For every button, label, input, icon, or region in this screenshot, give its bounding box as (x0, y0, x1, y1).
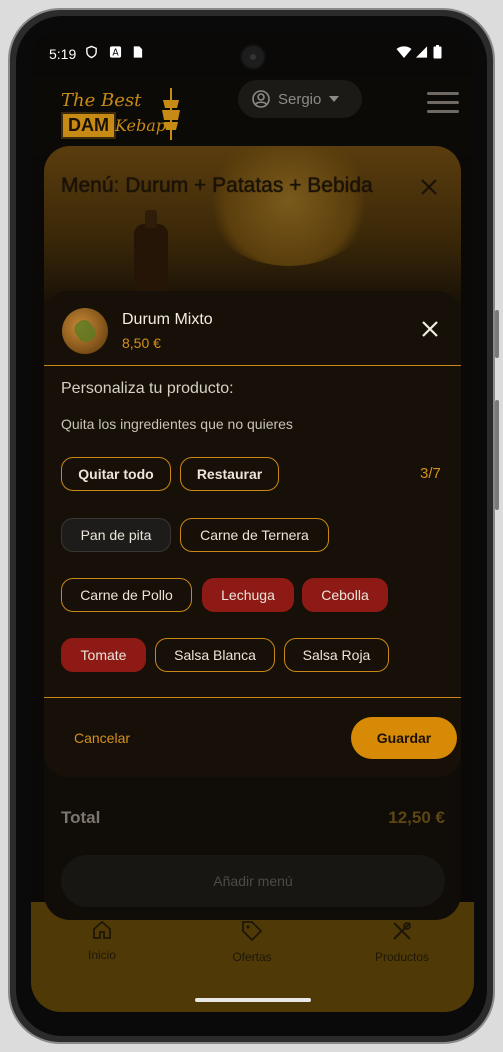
hamburger-line (427, 92, 459, 95)
user-name: Sergio (278, 90, 322, 108)
front-camera (240, 44, 266, 70)
durum-image (204, 146, 374, 266)
total-label: Total (61, 808, 101, 827)
home-indicator[interactable] (195, 998, 311, 1002)
battery-icon (433, 45, 442, 59)
wifi-icon (396, 46, 412, 58)
customize-title: Personaliza tu producto: (61, 380, 234, 397)
nav-item-productos[interactable]: Productos (352, 920, 452, 964)
ingredient-chip-pan-de-pita: Pan de pita (61, 518, 171, 552)
restore-button[interactable]: Restaurar (180, 457, 279, 491)
hamburger-line (427, 110, 459, 113)
logo-text-top: The Best (61, 90, 142, 111)
ingredient-chip-carne-de-ternera[interactable]: Carne de Ternera (180, 518, 329, 552)
nav-item-ofertas[interactable]: Ofertas (202, 920, 302, 964)
logo-text-dam: DAM (61, 112, 116, 139)
customize-dialog: Durum Mixto 8,50 € Personaliza tu produc… (44, 291, 461, 777)
ingredient-chip-carne-de-pollo[interactable]: Carne de Pollo (61, 578, 192, 612)
sim-icon (133, 46, 143, 58)
ingredient-counter: 3/7 (420, 465, 441, 482)
user-menu[interactable]: Sergio (238, 80, 362, 118)
hamburger-menu-button[interactable] (427, 92, 459, 116)
status-time: 5:19 (49, 46, 77, 62)
close-icon[interactable] (422, 321, 438, 337)
product-name: Durum Mixto (122, 311, 213, 328)
total-row: Total 12,50 € (61, 808, 445, 828)
signal-icon (415, 46, 428, 58)
nav-label: Inicio (87, 948, 116, 962)
add-menu-button[interactable]: Añadir menú (61, 855, 445, 907)
volume-button (495, 310, 499, 358)
status-bar: 5:19 A (31, 30, 474, 76)
screen: 5:19 A The Best DAM Kebap Sergio Inicio … (31, 30, 474, 1012)
nav-label: Productos (374, 950, 430, 964)
product-price: 8,50 € (122, 335, 161, 351)
power-button (495, 400, 499, 510)
hamburger-line (427, 101, 459, 104)
save-button[interactable]: Guardar (351, 717, 457, 759)
app-header: The Best DAM Kebap Sergio (31, 76, 474, 156)
total-value: 12,50 € (388, 808, 445, 827)
chevron-down-icon (329, 96, 340, 102)
logo[interactable]: The Best DAM Kebap (59, 86, 189, 142)
home-icon (93, 920, 111, 939)
tag-icon (242, 921, 263, 942)
cutlery-icon (393, 922, 411, 940)
nav-label: Ofertas (232, 950, 272, 964)
svg-text:A: A (112, 48, 119, 59)
ingredient-chip-salsa-roja[interactable]: Salsa Roja (284, 638, 389, 672)
nav-item-inicio[interactable]: Inicio (52, 920, 152, 962)
remove-all-button[interactable]: Quitar todo (61, 457, 171, 491)
account-circle-icon (252, 90, 270, 108)
ingredient-chip-cebolla[interactable]: Cebolla (302, 578, 388, 612)
menu-title: Menú: Durum + Patatas + Bebida (61, 174, 373, 197)
dialog-divider (44, 697, 461, 698)
dialog-header: Durum Mixto 8,50 € (44, 291, 461, 366)
shield-icon (86, 45, 97, 59)
app-a-icon: A (109, 46, 122, 59)
ingredient-chip-tomate[interactable]: Tomate (61, 638, 146, 672)
ingredient-chip-lechuga[interactable]: Lechuga (202, 578, 294, 612)
product-thumbnail (62, 308, 108, 354)
cancel-button[interactable]: Cancelar (74, 730, 130, 746)
kebab-icon (162, 88, 180, 140)
customize-subtitle: Quita los ingredientes que no quieres (61, 416, 293, 432)
ingredient-chip-salsa-blanca[interactable]: Salsa Blanca (155, 638, 275, 672)
menu-close-icon[interactable] (420, 178, 438, 196)
